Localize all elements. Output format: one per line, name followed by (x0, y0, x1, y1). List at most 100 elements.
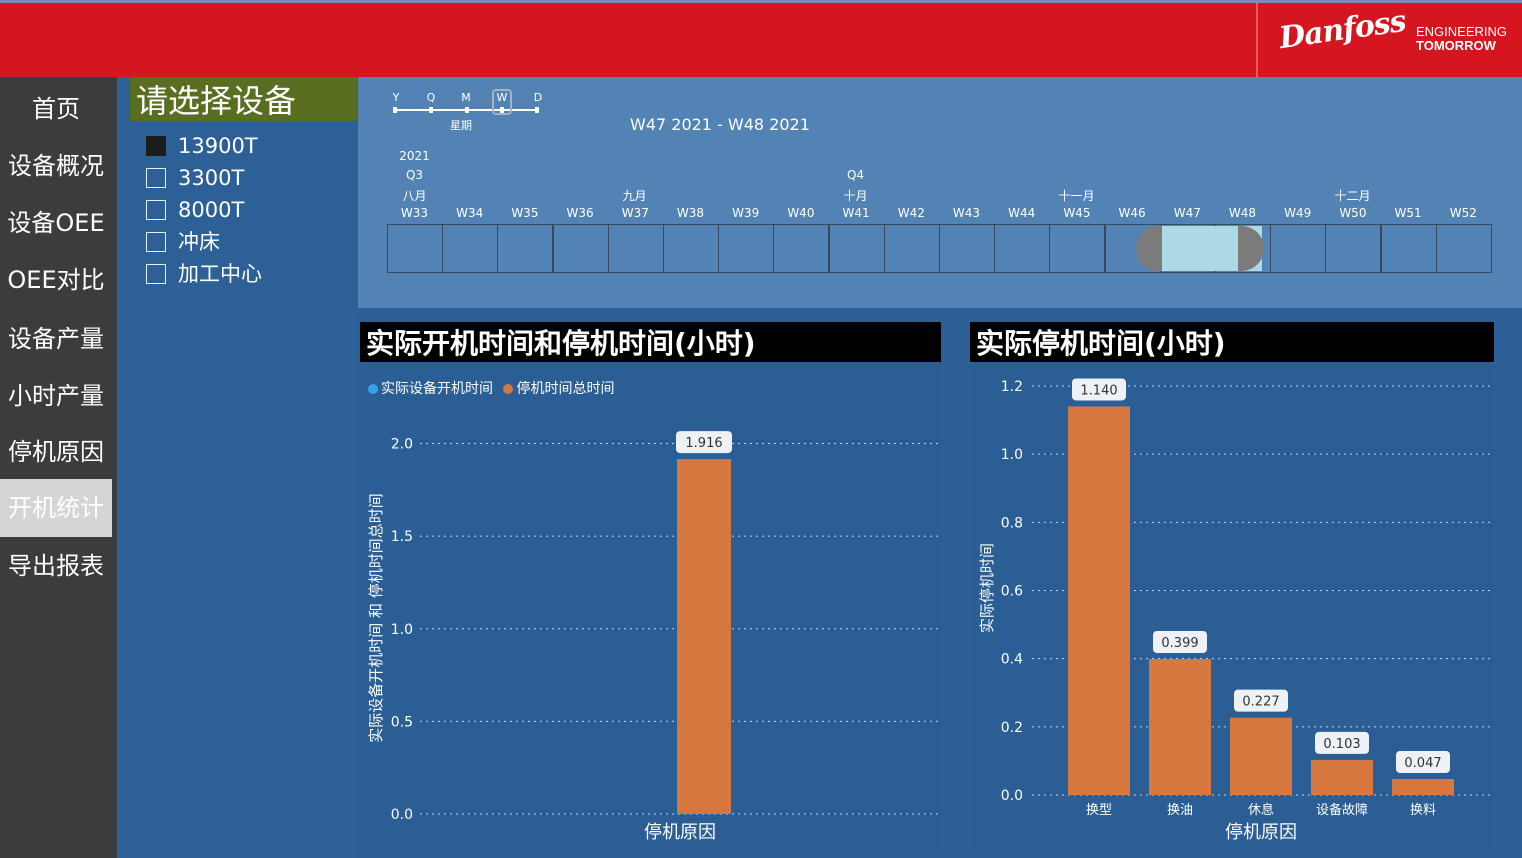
timeline-week-track[interactable] (387, 224, 1492, 273)
chart-plot-area: 实际停机时间 停机原因 0.0 0.2 0.4 0.6 0.8 1.0 1.2 1.140 换型… (978, 378, 1490, 843)
y-tick-label: 0.6 (1001, 584, 1023, 600)
y-tick-label: 0.5 (391, 714, 413, 730)
timeline-week-cell[interactable] (552, 224, 609, 273)
y-axis-label: 实际设备开机时间 和 停机时间总时间 (367, 493, 385, 743)
timeline-week-label: W34 (456, 206, 484, 220)
timeline-week-label: W43 (952, 206, 981, 220)
nav-item-device-output[interactable]: 设备产量 (0, 310, 112, 368)
checkbox-checked[interactable] (146, 136, 166, 156)
bar[interactable] (1311, 759, 1373, 795)
timeline-month-label: 十一月 (1058, 189, 1095, 203)
scale-tick (429, 107, 433, 113)
scale-tick (393, 107, 397, 113)
y-tick-label: 0.8 (1001, 515, 1023, 531)
data-label: 1.140 (1080, 383, 1117, 398)
timeline-week-cell[interactable] (497, 224, 554, 273)
scale-option-day[interactable]: D (530, 91, 546, 104)
scale-option-year[interactable]: Y (388, 91, 404, 104)
timeline-week-cell[interactable] (1435, 224, 1492, 273)
nav-item-export-report[interactable]: 导出报表 (0, 537, 112, 595)
timeline-week-label: W33 (400, 206, 429, 220)
scale-tick (535, 107, 539, 113)
y-tick-label: 1.0 (391, 622, 413, 638)
nav-item-hourly-output[interactable]: 小时产量 (0, 367, 112, 425)
bar[interactable] (1392, 778, 1454, 795)
timeline-week-cell[interactable] (828, 224, 885, 273)
y-tick-label: 0.2 (1001, 720, 1023, 736)
timeline-week-cell[interactable] (607, 224, 664, 273)
timeline-week-cell[interactable] (1049, 224, 1106, 273)
scale-option-month[interactable]: M (458, 91, 474, 104)
timeline-week-label: W49 (1284, 206, 1312, 220)
scale-selected-indicator[interactable] (492, 89, 512, 115)
device-selector: 请选择设备 13900T 3300T 8000T 冲床 加工中心 (117, 77, 358, 858)
y-tick-label: 1.0 (1001, 447, 1023, 463)
y-axis-label: 实际停机时间 (978, 543, 996, 633)
scale-label: 星期 (450, 119, 472, 132)
nav-item-device-oee[interactable]: 设备OEE (0, 194, 112, 252)
timeline-week-label: W37 (621, 206, 649, 220)
device-selector-title: 请选择设备 (130, 77, 357, 121)
timeline-week-label: W42 (897, 206, 925, 220)
bar[interactable] (1068, 406, 1130, 795)
timeline-month-label: 九月 (622, 189, 647, 203)
x-tick-label: 休息 (1248, 802, 1274, 818)
data-label: 0.103 (1323, 737, 1360, 752)
bar[interactable] (1149, 659, 1211, 795)
bar[interactable] (677, 459, 731, 814)
scale-tick (465, 107, 469, 113)
timeline-week-label: W45 (1063, 206, 1091, 220)
nav-item-home[interactable]: 首页 (0, 80, 112, 138)
nav-item-downtime-reason[interactable]: 停机原因 (0, 423, 112, 481)
scale-option-quarter[interactable]: Q (423, 91, 439, 104)
selected-range-text: W47 2021 - W48 2021 (630, 115, 810, 134)
data-label: 1.916 (685, 436, 722, 451)
top-banner: Danfoss ENGINEERING TOMORROW (0, 0, 1522, 77)
timeline-week-cell[interactable] (718, 224, 775, 273)
timeline-week-cell[interactable] (387, 224, 443, 273)
timeline-week-cell[interactable] (939, 224, 995, 273)
timeline-week-label: W52 (1449, 206, 1477, 220)
nav-item-uptime-stats[interactable]: 开机统计 (0, 479, 112, 537)
timeline-week-cell[interactable] (1270, 224, 1327, 273)
timeline-week-cell[interactable] (442, 224, 499, 273)
uptime-downtime-chart: 实际开机时间和停机时间(小时) 实际设备开机时间 停机时间总时间 实际设备开机时… (360, 322, 941, 850)
checkbox[interactable] (146, 232, 166, 252)
nav-item-oee-compare[interactable]: OEE对比 (0, 251, 112, 309)
timeline-week-cell[interactable] (663, 224, 719, 273)
x-axis-label: 停机原因 (1225, 822, 1297, 843)
checkbox[interactable] (146, 168, 166, 188)
nav-item-device-overview[interactable]: 设备概况 (0, 137, 112, 195)
timeline-week-cell[interactable] (994, 224, 1051, 273)
x-axis-label: 停机原因 (644, 822, 716, 843)
y-tick-label: 1.5 (391, 529, 413, 545)
timeline-week-cell[interactable] (773, 224, 830, 273)
timeline-week-label: W41 (842, 206, 870, 220)
x-tick-label: 设备故障 (1316, 802, 1368, 818)
timeline-week-label: W47 (1173, 206, 1201, 220)
bar[interactable] (1230, 717, 1292, 795)
y-tick-label: 0.4 (1001, 652, 1023, 668)
checkbox[interactable] (146, 200, 166, 220)
danfoss-logo: Danfoss ENGINEERING TOMORROW (1256, 3, 1522, 77)
timeline-month-label: 十二月 (1334, 189, 1371, 203)
timeline-quarter-label: Q3 (405, 168, 424, 182)
x-tick-label: 换料 (1410, 803, 1436, 818)
timeline-week-cell[interactable] (1325, 224, 1382, 273)
logo-wordmark: Danfoss (1276, 3, 1408, 57)
sidebar-nav: 首页 设备概况 设备OEE OEE对比 设备产量 小时产量 停机原因 开机统计 … (0, 77, 117, 858)
timeline-week-cell[interactable] (1380, 224, 1437, 273)
y-tick-label: 0.0 (391, 807, 413, 823)
timeline-week-label: W36 (566, 206, 594, 220)
logo-tagline: ENGINEERING TOMORROW (1416, 24, 1508, 53)
timeline-month-label: 十月 (843, 189, 868, 203)
timeline-year-label: 2021 (399, 149, 430, 163)
checkbox[interactable] (146, 264, 166, 284)
timeline-week-label: W38 (676, 206, 705, 220)
timeline-scale-selector: Y Q M W D 星期 (388, 89, 548, 132)
timeline-week-label: W40 (787, 206, 815, 220)
data-label: 0.399 (1161, 636, 1198, 651)
timeline-week-cell[interactable] (883, 224, 940, 273)
timeline-week-label: W50 (1339, 206, 1367, 220)
y-tick-label: 0.0 (1001, 788, 1023, 804)
